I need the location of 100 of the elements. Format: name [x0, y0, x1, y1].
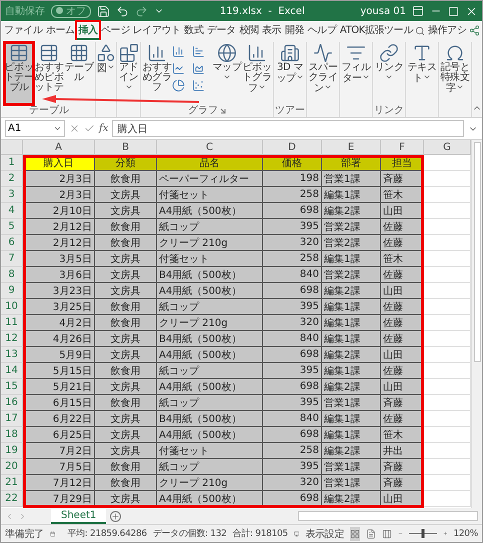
column-header[interactable]: A: [23, 140, 95, 155]
table-cell: 文房具: [95, 251, 157, 267]
tell-me-field[interactable]: 操作アシ: [427, 22, 468, 40]
redo-icon: [135, 4, 148, 18]
row-header[interactable]: 1: [1, 155, 23, 171]
table-cell: A4用紙（500枚）: [157, 427, 263, 443]
zoom-in-icon: [442, 529, 448, 538]
ribbon-tab[interactable]: ヘルプ: [306, 22, 338, 40]
table-cell: 佐藤: [381, 299, 424, 315]
ribbon-tab[interactable]: 表示: [261, 22, 282, 40]
row-header[interactable]: 14: [1, 363, 23, 379]
ribbon-button[interactable]: リンク: [374, 42, 404, 105]
ribbon-button[interactable]: テーブル: [64, 42, 94, 105]
group-label: リンク: [374, 105, 404, 117]
formula-field[interactable]: 購入日: [112, 120, 464, 137]
table-cell: 6月22日: [23, 411, 95, 427]
ribbon-button[interactable]: テキスト: [407, 42, 437, 105]
ribbon-button[interactable]: 記号と特殊文字: [440, 42, 470, 105]
ribbon-button[interactable]: マップ: [212, 42, 242, 105]
row-header[interactable]: 11: [1, 315, 23, 331]
row-header[interactable]: 19: [1, 443, 23, 459]
display-settings-button[interactable]: 表示設定: [305, 526, 344, 540]
row-header[interactable]: 9: [1, 283, 23, 299]
ribbon-button[interactable]: 図: [97, 42, 115, 105]
table-cell: 6月15日: [23, 395, 95, 411]
ribbon-tab[interactable]: データ: [206, 22, 237, 40]
horizontal-scrollbar[interactable]: [298, 511, 478, 521]
column-header[interactable]: E: [322, 140, 381, 155]
table-cell: 3月25日: [23, 299, 95, 315]
column-header[interactable]: G: [424, 140, 471, 155]
pie-chart-icon: [172, 79, 185, 92]
ribbon-button[interactable]: フィルター: [341, 42, 371, 105]
row-header[interactable]: 12: [1, 331, 23, 347]
table-cell: クリープ 210g: [157, 475, 263, 491]
ribbon-tab[interactable]: 開発: [284, 22, 306, 40]
table-cell: クリープ 210g: [157, 315, 263, 331]
vertical-scrollbar[interactable]: [471, 140, 482, 508]
view-button[interactable]: [366, 526, 376, 540]
globe-icon: [217, 43, 237, 63]
table-cell: 編集2課: [322, 203, 381, 219]
add-sheet-icon: [110, 510, 122, 522]
row-header[interactable]: 20: [1, 459, 23, 475]
table-cell: 320: [263, 475, 322, 491]
view-button[interactable]: [350, 526, 360, 540]
row-header[interactable]: 13: [1, 347, 23, 363]
table-cell: 紙コップ: [157, 219, 263, 235]
row-header[interactable]: 17: [1, 411, 23, 427]
ribbon-button[interactable]: スパークライン: [308, 42, 338, 105]
sparkline-icon: [313, 43, 333, 63]
table-cell: 文房具: [95, 187, 157, 203]
monitor-icon: [294, 528, 300, 538]
ribbon-button[interactable]: おすすめピボットテ: [34, 42, 64, 105]
column-header[interactable]: B: [95, 140, 157, 155]
ribbon-tab[interactable]: ページ レイアウト: [100, 22, 182, 40]
table-cell: 営業1課: [322, 475, 381, 491]
row-header[interactable]: 3: [1, 187, 23, 203]
row-header[interactable]: 5: [1, 219, 23, 235]
sheet-tab[interactable]: Sheet1: [51, 508, 106, 524]
next-sheet-icon: [18, 512, 27, 520]
row-header[interactable]: 6: [1, 235, 23, 251]
row-header[interactable]: 22: [1, 491, 23, 507]
row-header[interactable]: 18: [1, 427, 23, 443]
ribbon-button[interactable]: アドイン: [118, 42, 139, 105]
table-help-icon: [39, 43, 59, 63]
table-cell: 山田: [381, 283, 424, 299]
name-box[interactable]: A1: [5, 120, 65, 137]
row-header[interactable]: 8: [1, 267, 23, 283]
zoom-thumb[interactable]: [421, 529, 424, 538]
table-cell: 698: [263, 347, 322, 363]
column-header[interactable]: F: [381, 140, 424, 155]
ribbon-tab[interactable]: ATOK拡張ツール: [338, 22, 414, 40]
table-cell: 2月3日: [23, 187, 95, 203]
table-cell: 395: [263, 299, 322, 315]
row-header[interactable]: 16: [1, 395, 23, 411]
column-header[interactable]: C: [157, 140, 263, 155]
table-cell: 文房具: [95, 203, 157, 219]
row-header[interactable]: 4: [1, 203, 23, 219]
ribbon-tab[interactable]: 挿入: [77, 22, 99, 40]
shapes-icon: [96, 43, 116, 63]
column-chart-icon: [247, 43, 267, 63]
ribbon-tab[interactable]: ファイル: [3, 22, 44, 40]
table-cell: 2月3日: [23, 171, 95, 187]
row-header[interactable]: 21: [1, 475, 23, 491]
row-header[interactable]: 15: [1, 379, 23, 395]
status-text: 準備完了: [5, 528, 44, 540]
row-header[interactable]: 10: [1, 299, 23, 315]
table-cell: 佐藤: [381, 411, 424, 427]
launcher-icon[interactable]: [220, 108, 226, 114]
table-cell: 井出: [381, 443, 424, 459]
ribbon-button[interactable]: おすすめグラフ: [142, 42, 172, 105]
row-header[interactable]: 7: [1, 251, 23, 267]
function-button[interactable]: fx: [99, 123, 108, 134]
column-header[interactable]: D: [263, 140, 322, 155]
ribbon-button[interactable]: 3D マップ: [275, 42, 305, 105]
row-header[interactable]: 2: [1, 171, 23, 187]
ribbon-tab[interactable]: 校閲: [238, 22, 260, 40]
ribbon-tab[interactable]: ホーム: [44, 22, 76, 40]
ribbon-button[interactable]: ピボットグラフ: [242, 42, 272, 105]
table-cell: 3月6日: [23, 267, 95, 283]
ribbon-tab[interactable]: 数式: [183, 22, 204, 40]
